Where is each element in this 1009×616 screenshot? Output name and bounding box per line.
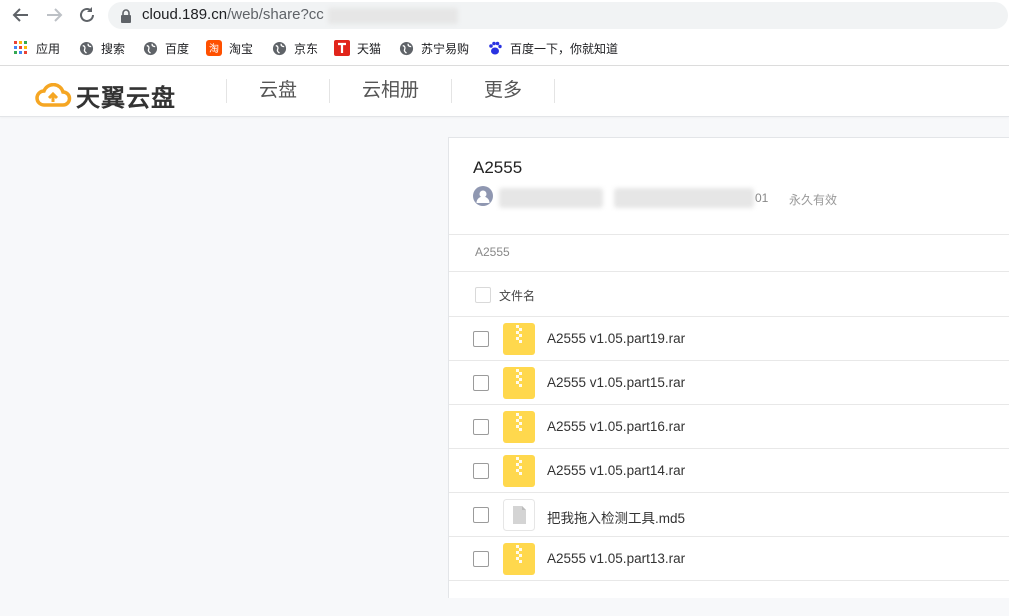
row-checkbox[interactable] — [473, 375, 489, 391]
globe-icon — [78, 40, 94, 56]
bookmark-jd[interactable]: 京东 — [271, 39, 318, 57]
bookmark-label: 应用 — [36, 41, 61, 56]
bookmark-label: 百度 — [165, 41, 190, 56]
globe-icon — [398, 40, 414, 56]
avatar — [473, 186, 493, 206]
user-icon — [476, 190, 490, 203]
bookmark-taobao[interactable]: 淘淘宝 — [206, 39, 253, 57]
bookmark-tmall[interactable]: 天猫 — [334, 39, 381, 57]
file-name[interactable]: A2555 v1.05.part14.rar — [547, 463, 685, 478]
share-panel: A2555 01 永久有效 A2555 文件名 A2555 v1.05.part… — [448, 137, 1009, 598]
arrow-right-icon — [47, 8, 63, 22]
url-text: cloud.189.cn/web/share?cc — [142, 6, 324, 23]
browser-toolbar: cloud.189.cn/web/share?cc — [0, 0, 1009, 30]
reload-icon — [80, 7, 94, 22]
back-button[interactable] — [10, 4, 32, 26]
bookmark-label: 搜索 — [101, 41, 126, 56]
share-date: 01 — [755, 191, 769, 205]
url-path: /web/share?cc — [227, 6, 324, 23]
row-checkbox[interactable] — [473, 331, 489, 347]
zip-file-icon — [503, 411, 535, 443]
table-row[interactable]: A2555 v1.05.part16.rar — [449, 404, 1009, 449]
table-row[interactable]: 把我拖入检测工具.md5 — [449, 492, 1009, 537]
row-checkbox[interactable] — [473, 507, 489, 523]
cloud-logo-icon — [35, 82, 72, 107]
arrow-left-icon — [12, 8, 28, 22]
file-list-header: 文件名 — [449, 272, 1009, 316]
baidu-paw-icon — [487, 40, 503, 56]
zip-file-icon — [503, 367, 535, 399]
column-header-filename: 文件名 — [499, 289, 536, 303]
tmall-icon — [334, 40, 350, 56]
apps-grid-icon — [13, 40, 29, 56]
forward-button[interactable] — [43, 4, 65, 26]
bookmark-label: 苏宁易购 — [421, 41, 470, 56]
lock-icon — [121, 9, 131, 23]
breadcrumb[interactable]: A2555 — [475, 245, 510, 259]
reload-button[interactable] — [76, 4, 98, 26]
bookmark-label: 京东 — [294, 41, 319, 56]
bookmark-apps[interactable]: 应用 — [13, 39, 60, 57]
bookmark-label: 天猫 — [357, 41, 382, 56]
zip-file-icon — [503, 323, 535, 355]
file-name[interactable]: A2555 v1.05.part13.rar — [547, 551, 685, 566]
bookmark-baidu-search[interactable]: 百度一下，你就知道 — [487, 39, 618, 57]
divider — [449, 234, 1009, 235]
file-name[interactable]: A2555 v1.05.part16.rar — [547, 419, 685, 434]
validity-label: 永久有效 — [789, 193, 838, 207]
bookmarks-bar: 应用 搜索 百度 淘淘宝 京东 天猫 苏宁易购 百度一下，你就知道 — [0, 30, 1009, 66]
top-nav: 云盘 云相册 更多 — [226, 66, 556, 116]
logo-text: 天翼云盘 — [76, 85, 176, 112]
row-checkbox[interactable] — [473, 551, 489, 567]
zip-file-icon — [503, 455, 535, 487]
bookmark-suning[interactable]: 苏宁易购 — [398, 39, 469, 57]
svg-text:淘: 淘 — [209, 42, 219, 55]
document-file-icon — [503, 499, 535, 531]
share-title: A2555 — [473, 158, 523, 177]
url-host: cloud.189.cn — [142, 6, 228, 23]
select-all-checkbox[interactable] — [475, 287, 491, 303]
row-checkbox[interactable] — [473, 463, 489, 479]
app-header: 天翼云盘 云盘 云相册 更多 — [0, 66, 1009, 117]
bookmark-label: 淘宝 — [229, 41, 254, 56]
zip-file-icon — [503, 543, 535, 575]
bookmark-label: 百度一下，你就知道 — [510, 41, 619, 56]
logo[interactable]: 天翼云盘 — [34, 78, 176, 113]
taobao-icon: 淘 — [206, 40, 222, 56]
row-checkbox[interactable] — [473, 419, 489, 435]
redacted-username — [499, 188, 603, 208]
redacted-url — [328, 8, 458, 24]
bookmark-baidu[interactable]: 百度 — [142, 39, 189, 57]
file-name[interactable]: A2555 v1.05.part19.rar — [547, 331, 685, 346]
nav-cloud-disk[interactable]: 云盘 — [226, 79, 329, 103]
file-name[interactable]: A2555 v1.05.part15.rar — [547, 375, 685, 390]
table-row[interactable]: A2555 v1.05.part19.rar — [449, 316, 1009, 361]
nav-cloud-album[interactable]: 云相册 — [329, 79, 451, 103]
table-row[interactable]: A2555 v1.05.part15.rar — [449, 360, 1009, 405]
table-row[interactable]: A2555 v1.05.part13.rar — [449, 536, 1009, 581]
globe-icon — [271, 40, 287, 56]
divider — [449, 580, 1009, 581]
file-name[interactable]: 把我拖入检测工具.md5 — [547, 507, 685, 527]
globe-icon — [142, 40, 158, 56]
redacted-share-time — [614, 188, 754, 208]
nav-more[interactable]: 更多 — [451, 79, 556, 103]
table-row[interactable]: A2555 v1.05.part14.rar — [449, 448, 1009, 493]
address-bar[interactable]: cloud.189.cn/web/share?cc — [108, 2, 1008, 29]
bookmark-search[interactable]: 搜索 — [78, 39, 125, 57]
